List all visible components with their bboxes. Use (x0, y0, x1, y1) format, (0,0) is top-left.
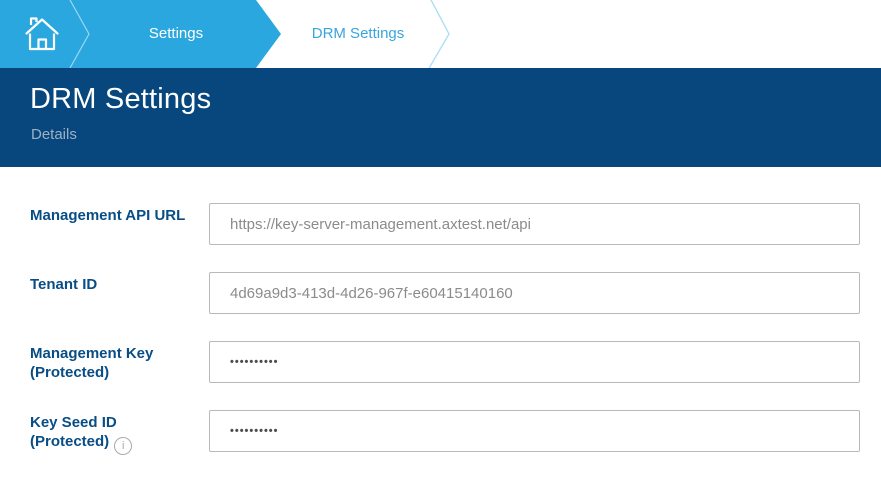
page-title: DRM Settings (30, 83, 881, 116)
page-subtitle: Details (31, 126, 881, 143)
field-label-text: Tenant ID (30, 276, 97, 293)
management-key-input[interactable] (209, 341, 860, 383)
breadcrumb: Settings DRM Settings (0, 0, 881, 68)
page-header: DRM Settings Details (0, 68, 881, 167)
info-icon[interactable]: i (114, 437, 132, 455)
key-seed-id-input[interactable] (209, 410, 860, 452)
form-row-management-api-url: Management API URL (30, 203, 881, 245)
field-label-management-key: Management Key (Protected) (30, 341, 209, 382)
field-label-management-api-url: Management API URL (30, 203, 209, 225)
drm-settings-form: Management API URL Tenant ID Management … (0, 167, 881, 455)
form-row-management-key: Management Key (Protected) (30, 341, 881, 383)
breadcrumb-item-settings[interactable]: Settings (96, 0, 256, 68)
management-api-url-input[interactable] (209, 203, 860, 245)
breadcrumb-separator-icon (68, 0, 92, 68)
form-row-key-seed-id: Key Seed ID (Protected)i (30, 410, 881, 455)
chevron-right-icon (426, 0, 452, 68)
breadcrumb-item-drm-settings[interactable]: DRM Settings (300, 0, 416, 68)
home-icon (22, 41, 62, 58)
field-label-text: Management Key (Protected) (30, 345, 153, 381)
field-label-text: Management API URL (30, 207, 185, 224)
field-label-key-seed-id: Key Seed ID (Protected)i (30, 410, 209, 455)
tenant-id-input[interactable] (209, 272, 860, 314)
field-label-tenant-id: Tenant ID (30, 272, 209, 294)
field-label-text: Key Seed ID (Protected) (30, 414, 117, 450)
form-row-tenant-id: Tenant ID (30, 272, 881, 314)
breadcrumb-home[interactable] (22, 14, 62, 54)
